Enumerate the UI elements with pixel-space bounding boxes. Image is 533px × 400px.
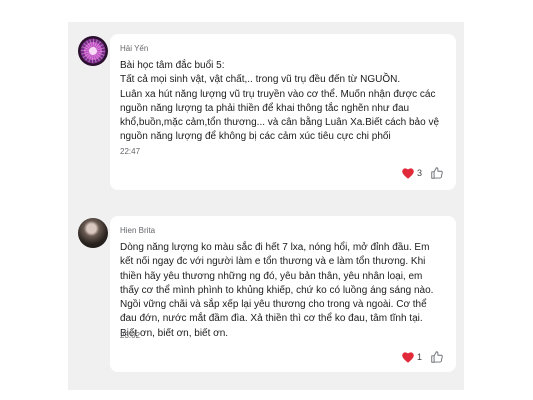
comment-text-line: thấy cơ thể mình phình to khủng khiếp, c…	[120, 284, 434, 296]
comment-text-line: đau đớn, nước mắt đầm đìa. Xả thiền thì …	[120, 313, 423, 325]
comment-author[interactable]: Hien Brita	[120, 226, 155, 235]
comment-timestamp: 22:47	[120, 147, 141, 156]
comment-text: Bài học tâm đắc buổi 5: Tất cả mọi sinh …	[120, 59, 448, 145]
comment-text: Dòng năng lượng ko màu sắc đi hết 7 lxa,…	[120, 241, 448, 341]
comment-bubble: Hải Yến Bài học tâm đắc buổi 5: Tất cả m…	[110, 34, 456, 190]
comment-text-line: Luân xa hút năng lượng vũ trụ truyền vào…	[120, 88, 436, 100]
comment-text-line: nguồn năng lượng để không bị các cảm xúc…	[120, 131, 391, 143]
reaction-count: 3	[416, 168, 422, 178]
comment-timestamp: 23:02	[120, 331, 141, 340]
comment-bubble: Hien Brita Dòng năng lượng ko màu sắc đi…	[110, 216, 456, 372]
comment-text-line: kết nối ngay đc với người làm e tổn thươ…	[120, 256, 426, 268]
reaction-summary[interactable]: 1	[402, 350, 422, 364]
comment-author[interactable]: Hải Yến	[120, 44, 148, 53]
comment-text-line: Tất cả mọi sinh vật, vật chất,.. trong v…	[120, 74, 401, 86]
thumbs-up-icon[interactable]	[430, 350, 444, 364]
comment-text-line: Ngồi vững chãi và sắp xếp lại yêu thương…	[120, 299, 427, 311]
reaction-summary[interactable]: 3	[402, 166, 422, 180]
comment-text-line: Biết ơn, biết ơn, biết ơn.	[120, 327, 229, 339]
comment-text-line: nguồn năng lượng ta phải thiền để khai t…	[120, 102, 410, 114]
heart-icon	[402, 351, 414, 363]
comment-text-line: khổ,buồn,mặc cảm,tổn thương... và cân bằ…	[120, 117, 440, 129]
avatar[interactable]	[78, 218, 108, 248]
reaction-count: 1	[416, 352, 422, 362]
heart-icon	[402, 167, 414, 179]
comment-text-line: Dòng năng lượng ko màu sắc đi hết 7 lxa,…	[120, 242, 430, 253]
thumbs-up-icon[interactable]	[430, 166, 444, 180]
comment-text-line: thiền hãy yêu thương những ng đó, yêu bả…	[120, 270, 423, 282]
avatar[interactable]	[78, 36, 108, 66]
comment-text-line: Bài học tâm đắc buổi 5:	[120, 60, 225, 71]
comment-feed: Hải Yến Bài học tâm đắc buổi 5: Tất cả m…	[68, 22, 464, 390]
